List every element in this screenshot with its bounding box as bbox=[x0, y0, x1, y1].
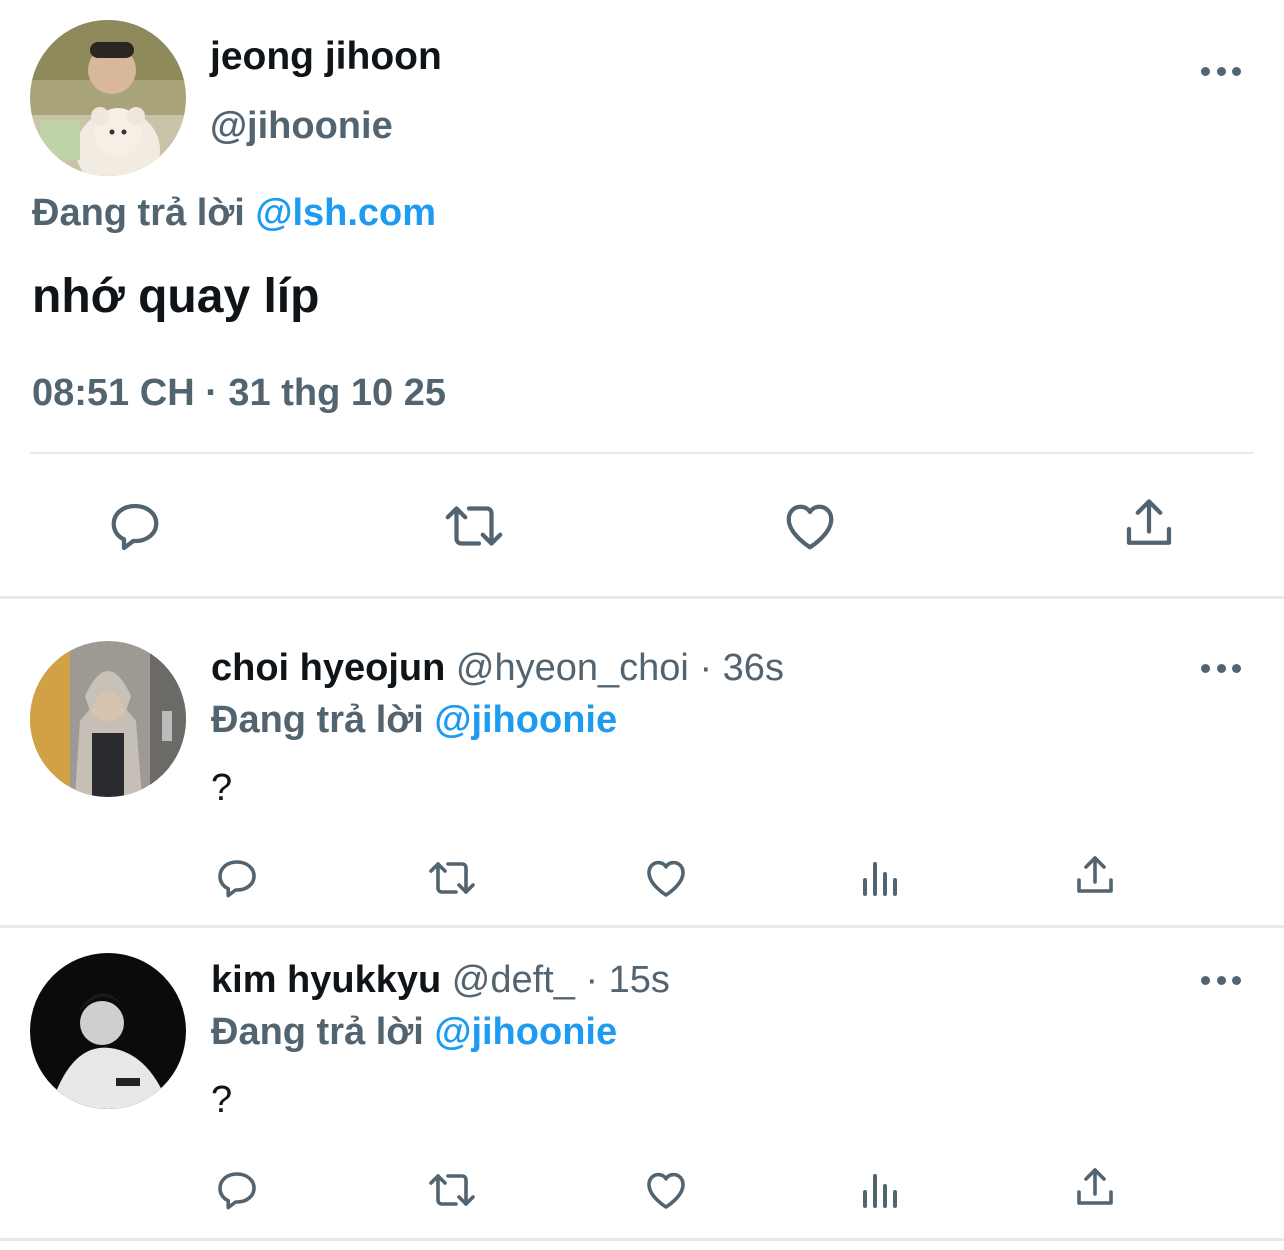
analytics-icon[interactable] bbox=[857, 1166, 905, 1214]
display-name[interactable]: jeong jihoon bbox=[210, 34, 442, 80]
section-divider bbox=[0, 1238, 1284, 1241]
reply-text: ? bbox=[211, 767, 233, 809]
avatar[interactable] bbox=[30, 641, 186, 797]
handle[interactable]: @deft_ bbox=[452, 959, 575, 1001]
reply-time[interactable]: 36s bbox=[723, 647, 784, 689]
analytics-icon[interactable] bbox=[857, 854, 905, 902]
like-icon[interactable] bbox=[780, 496, 840, 556]
more-options-icon[interactable] bbox=[1201, 65, 1241, 77]
more-options-icon[interactable] bbox=[1201, 974, 1241, 986]
reply-icon[interactable] bbox=[105, 496, 165, 556]
reply-icon[interactable] bbox=[213, 1166, 261, 1214]
tweet-timestamp[interactable]: 08:51 CH · 31 thg 10 25 bbox=[32, 370, 446, 416]
share-icon[interactable] bbox=[1071, 1164, 1119, 1212]
separator-dot: · bbox=[585, 959, 599, 1001]
tweet-text: nhớ quay líp bbox=[32, 270, 320, 323]
share-icon[interactable] bbox=[1119, 494, 1179, 554]
replying-to-link[interactable]: @jihoonie bbox=[434, 699, 617, 741]
handle[interactable]: @hyeon_choi bbox=[456, 647, 689, 689]
replying-to-line: Đang trả lời @jihoonie bbox=[211, 1009, 617, 1055]
divider bbox=[30, 452, 1254, 454]
separator-dot: · bbox=[699, 647, 713, 689]
replying-to-prefix: Đang trả lời bbox=[32, 192, 245, 234]
replying-to-link[interactable]: @jihoonie bbox=[434, 1011, 617, 1053]
like-icon[interactable] bbox=[642, 854, 690, 902]
share-icon[interactable] bbox=[1071, 852, 1119, 900]
reply-header: choi hyeojun @hyeon_choi · 36s bbox=[211, 645, 784, 691]
replying-to-link[interactable]: @lsh.com bbox=[255, 192, 436, 234]
section-divider bbox=[0, 925, 1284, 928]
more-options-icon[interactable] bbox=[1201, 662, 1241, 674]
retweet-icon[interactable] bbox=[425, 854, 479, 902]
handle[interactable]: @jihoonie bbox=[210, 103, 393, 149]
retweet-icon[interactable] bbox=[425, 1166, 479, 1214]
reply-header: kim hyukkyu @deft_ · 15s bbox=[211, 957, 670, 1003]
like-icon[interactable] bbox=[642, 1166, 690, 1214]
display-name[interactable]: choi hyeojun bbox=[211, 647, 445, 689]
replying-to-prefix: Đang trả lời bbox=[211, 699, 424, 741]
display-name[interactable]: kim hyukkyu bbox=[211, 959, 441, 1001]
replying-to-line: Đang trả lời @lsh.com bbox=[32, 190, 436, 236]
section-divider bbox=[0, 596, 1284, 599]
reply-time[interactable]: 15s bbox=[609, 959, 670, 1001]
reply-text: ? bbox=[211, 1079, 233, 1121]
retweet-icon[interactable] bbox=[441, 496, 507, 556]
avatar[interactable] bbox=[30, 953, 186, 1109]
avatar[interactable] bbox=[30, 20, 186, 176]
replying-to-line: Đang trả lời @jihoonie bbox=[211, 697, 617, 743]
reply-icon[interactable] bbox=[213, 854, 261, 902]
replying-to-prefix: Đang trả lời bbox=[211, 1011, 424, 1053]
